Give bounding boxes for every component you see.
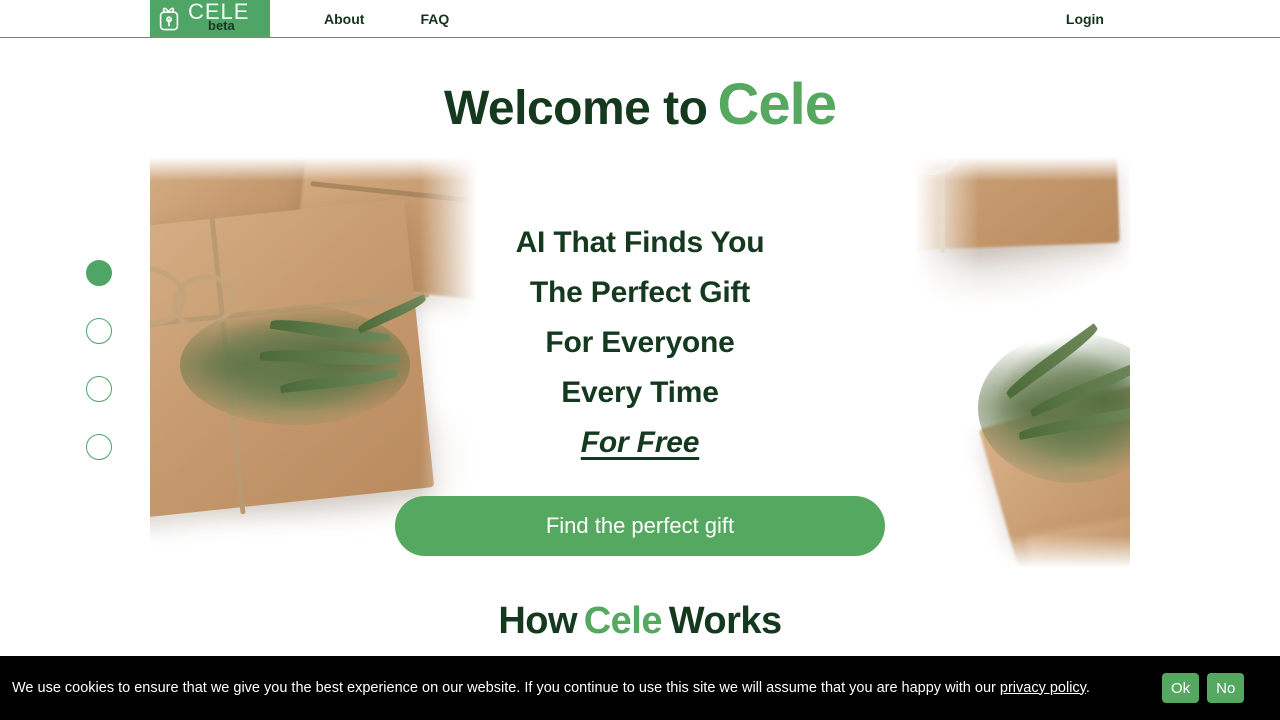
how-it-works-title: How Cele Works [0, 598, 1280, 644]
carousel-dot-3[interactable] [86, 376, 112, 402]
cookie-consent-actions: Ok No [1162, 673, 1262, 703]
cookie-accept-button[interactable]: Ok [1162, 673, 1200, 703]
find-gift-button[interactable]: Find the perfect gift [395, 496, 885, 556]
brand-text-block: CELE beta [188, 0, 262, 38]
nav-link-about[interactable]: About [296, 0, 392, 38]
carousel-dot-1[interactable] [86, 260, 112, 286]
page-root: CELE beta About FAQ Login Welcome to Cele [0, 0, 1280, 720]
hero-tagline-line-2: The Perfect Gift [529, 276, 751, 309]
cookie-consent-banner: We use cookies to ensure that we give yo… [0, 656, 1280, 720]
how-title-prefix: How [498, 600, 578, 642]
page-title-brand: Cele [717, 72, 837, 137]
cookie-text-after-link: . [1085, 679, 1090, 696]
hero-tagline-line-3: For Everyone [545, 326, 735, 359]
cookie-decline-button[interactable]: No [1207, 673, 1245, 703]
navbar-inner: CELE beta About FAQ Login [0, 0, 1280, 38]
carousel-dot-4[interactable] [86, 434, 112, 460]
carousel-dots [86, 260, 114, 460]
cta-container: Find the perfect gift [0, 496, 1280, 556]
cookie-consent-text: We use cookies to ensure that we give yo… [12, 676, 1162, 701]
how-title-suffix: Works [668, 600, 782, 642]
carousel-dot-2[interactable] [86, 318, 112, 344]
cookie-text-before-link: We use cookies to ensure that we give yo… [12, 679, 1000, 696]
privacy-policy-link[interactable]: privacy policy [1000, 680, 1086, 696]
how-title-brand: Cele [583, 600, 663, 642]
gift-box-icon [156, 6, 182, 32]
navbar-spacer [477, 0, 1066, 37]
brand-beta-badge: beta [208, 18, 235, 33]
brand-logo[interactable]: CELE beta [150, 0, 270, 38]
login-link[interactable]: Login [1066, 0, 1104, 37]
page-title: Welcome to Cele [0, 76, 1280, 142]
hero-tagline-line-1: AI That Finds You [515, 226, 765, 259]
page-title-prefix: Welcome to [443, 82, 708, 135]
top-navbar: CELE beta About FAQ Login [0, 0, 1280, 38]
nav-link-faq[interactable]: FAQ [392, 0, 477, 38]
nav-links: About FAQ [296, 0, 477, 37]
hero-tagline-line-4: Every Time [561, 376, 719, 409]
hero-tagline: AI That Finds You The Perfect Gift For E… [0, 218, 1280, 468]
hero-tagline-free-link[interactable]: For Free [0, 418, 1280, 468]
